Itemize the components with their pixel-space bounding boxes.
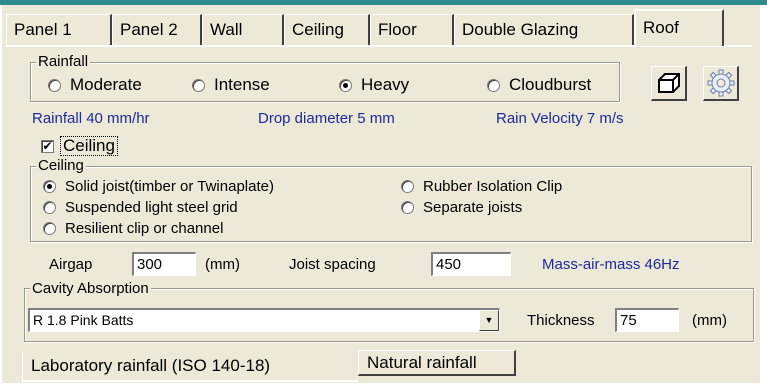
airgap-input[interactable]: 300 [132,252,196,276]
thickness-label: Thickness [527,312,595,329]
tab-panel-1[interactable]: Panel 1 [6,14,112,46]
mass-air-mass-info: Mass-air-mass 46Hz [542,256,680,273]
right-margin [760,5,767,385]
joist-spacing-label: Joist spacing [289,256,376,273]
ceiling-checkbox[interactable]: ✔ Ceiling [41,136,118,156]
tab-laboratory-rainfall[interactable]: Laboratory rainfall (ISO 140-18) [22,352,358,382]
tab-wall[interactable]: Wall [202,14,284,46]
radio-icon [487,78,500,92]
ceiling-option-label: Rubber Isolation Clip [423,178,563,195]
tab-double-glazing[interactable]: Double Glazing [454,14,634,46]
tab-roof[interactable]: Roof [634,9,724,46]
thickness-unit: (mm) [692,312,727,329]
ceiling-legend: Ceiling [36,157,86,174]
ceiling-option-label: Separate joists [423,199,523,216]
radio-selected-icon [43,180,56,193]
ceiling-option-solid-joist[interactable]: Solid joist(timber or Twinaplate) [43,178,274,195]
tab-floor[interactable]: Floor [370,14,454,46]
cavity-absorption-value: R 1.8 Pink Batts [33,312,134,328]
rainfall-legend: Rainfall [36,53,91,70]
rainfall-option-intense[interactable]: Intense [192,75,270,95]
joist-spacing-input[interactable]: 450 [431,252,511,276]
rainfall-option-cloudburst[interactable]: Cloudburst [487,75,591,95]
box-3d-icon [657,73,680,93]
rainfall-option-label: Moderate [70,75,142,94]
radio-icon [43,201,56,214]
checkmark-icon: ✔ [41,138,54,153]
airgap-unit: (mm) [205,256,240,273]
dropdown-arrow-icon[interactable]: ▼ [479,310,499,331]
cavity-absorption-legend: Cavity Absorption [30,280,151,297]
ceiling-option-separate-joists[interactable]: Separate joists [401,199,522,216]
airgap-label: Airgap [49,256,93,273]
rainfall-option-label: Intense [214,75,270,94]
ceiling-option-label: Resilient clip or channel [65,220,224,237]
tab-natural-rainfall[interactable]: Natural rainfall [358,350,516,376]
tab-ceiling[interactable]: Ceiling [284,14,370,46]
radio-icon [43,222,56,235]
ceiling-checkbox-label: Ceiling [60,136,118,156]
drop-diameter-info: Drop diameter 5 mm [258,110,395,127]
ceiling-option-suspended-grid[interactable]: Suspended light steel grid [43,199,238,216]
rainfall-option-label: Heavy [361,75,410,94]
settings-gear-icon [707,69,734,97]
cavity-absorption-select[interactable]: R 1.8 Pink Batts ▼ [28,308,500,332]
tab-panel-2[interactable]: Panel 2 [112,14,202,46]
rainfall-option-heavy[interactable]: Heavy [339,75,409,95]
thickness-input[interactable]: 75 [615,308,679,332]
rainfall-option-moderate[interactable]: Moderate [48,75,142,95]
view-3d-button[interactable] [651,66,687,101]
settings-button[interactable] [703,66,739,101]
ceiling-option-label: Solid joist(timber or Twinaplate) [65,178,274,195]
ceiling-option-resilient-clip[interactable]: Resilient clip or channel [43,220,223,237]
radio-selected-icon [339,78,352,92]
rain-velocity-info: Rain Velocity 7 m/s [496,110,624,127]
ceiling-option-label: Suspended light steel grid [65,199,238,216]
radio-icon [401,201,414,214]
rainfall-option-label: Cloudburst [509,75,592,94]
rainfall-rate-info: Rainfall 40 mm/hr [32,110,150,127]
radio-icon [48,78,61,92]
radio-icon [192,78,205,92]
ceiling-option-rubber-clip[interactable]: Rubber Isolation Clip [401,178,562,195]
radio-icon [401,180,414,193]
